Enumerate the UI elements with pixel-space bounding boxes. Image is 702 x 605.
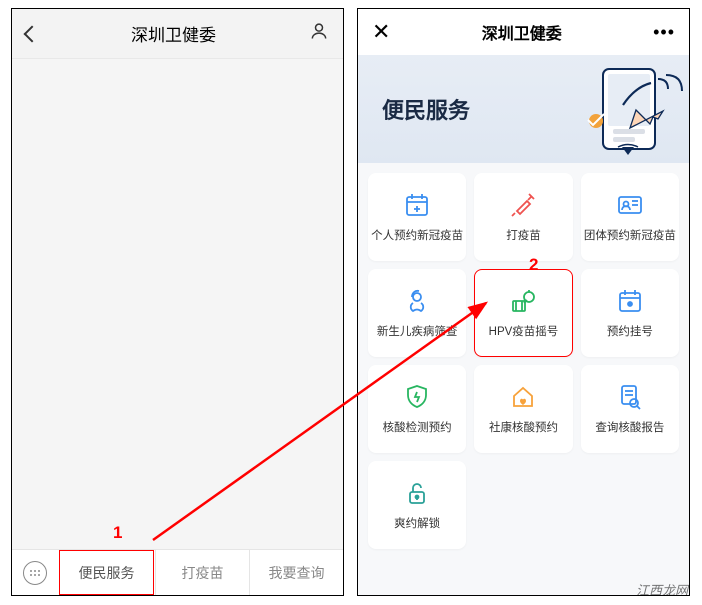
card-group-covid-vaccine[interactable]: 团体预约新冠疫苗 xyxy=(581,173,679,261)
card-unlock-noshow[interactable]: 爽约解锁 xyxy=(368,461,466,549)
home-heart-icon xyxy=(509,383,537,411)
mini-program-screen: ✕ 深圳卫健委 ••• 便民服务 xyxy=(357,8,690,596)
more-icon[interactable]: ••• xyxy=(653,22,675,43)
shield-bolt-icon xyxy=(403,383,431,411)
bottom-menu: 便民服务 打疫苗 我要查询 xyxy=(12,549,343,595)
card-label: 社康核酸预约 xyxy=(489,419,558,435)
account-title: 深圳卫健委 xyxy=(48,21,299,46)
tab-convenience-service[interactable]: 便民服务 xyxy=(59,550,154,595)
back-icon[interactable] xyxy=(26,28,38,40)
annotation-step-1: 1 xyxy=(113,523,122,543)
calendar-check-icon xyxy=(616,287,644,315)
card-community-test[interactable]: 社康核酸预约 xyxy=(474,365,572,453)
empty-content xyxy=(12,59,343,549)
banner-title: 便民服务 xyxy=(382,93,470,125)
card-hpv-lottery[interactable]: HPV疫苗摇号 xyxy=(474,269,572,357)
tab-query[interactable]: 我要查询 xyxy=(249,550,343,595)
card-test-report[interactable]: 查询核酸报告 xyxy=(581,365,679,453)
baby-icon xyxy=(403,287,431,315)
report-search-icon xyxy=(616,383,644,411)
header-bar: 深圳卫健委 xyxy=(12,9,343,59)
card-label: 预约挂号 xyxy=(607,323,653,339)
keyboard-icon[interactable] xyxy=(12,561,58,585)
group-id-icon xyxy=(616,191,644,219)
card-nucleic-acid-test[interactable]: 核酸检测预约 xyxy=(368,365,466,453)
watermark: 江西龙网 xyxy=(636,580,688,599)
annotation-step-2: 2 xyxy=(529,255,538,275)
card-label: 查询核酸报告 xyxy=(595,419,664,435)
hpv-lottery-icon xyxy=(509,287,537,315)
card-personal-covid-vaccine[interactable]: 个人预约新冠疫苗 xyxy=(368,173,466,261)
calendar-plus-icon xyxy=(403,191,431,219)
card-label: HPV疫苗摇号 xyxy=(489,323,559,339)
close-icon[interactable]: ✕ xyxy=(372,21,390,43)
wechat-account-screen: 深圳卫健委 便民服务 打疫苗 我要查询 xyxy=(11,8,344,596)
card-newborn-screening[interactable]: 新生儿疾病筛查 xyxy=(368,269,466,357)
card-label: 核酸检测预约 xyxy=(383,419,452,435)
profile-icon[interactable] xyxy=(309,21,329,46)
card-label: 个人预约新冠疫苗 xyxy=(371,227,463,243)
unlock-icon xyxy=(403,479,431,507)
page-title: 深圳卫健委 xyxy=(390,20,653,44)
card-label: 新生儿疾病筛查 xyxy=(377,323,458,339)
card-label: 爽约解锁 xyxy=(394,515,440,531)
card-label: 团体预约新冠疫苗 xyxy=(584,227,676,243)
banner-illustration xyxy=(528,65,683,160)
card-vaccine[interactable]: 打疫苗 xyxy=(474,173,572,261)
card-label: 打疫苗 xyxy=(506,227,541,243)
header-bar: ✕ 深圳卫健委 ••• xyxy=(358,9,689,55)
service-grid: 个人预约新冠疫苗 打疫苗 团体预约新冠疫苗 新生儿疾病筛查 xyxy=(358,163,689,559)
syringe-icon xyxy=(509,191,537,219)
tab-vaccine[interactable]: 打疫苗 xyxy=(155,550,249,595)
banner: 便民服务 xyxy=(358,55,689,163)
card-appointment[interactable]: 预约挂号 xyxy=(581,269,679,357)
